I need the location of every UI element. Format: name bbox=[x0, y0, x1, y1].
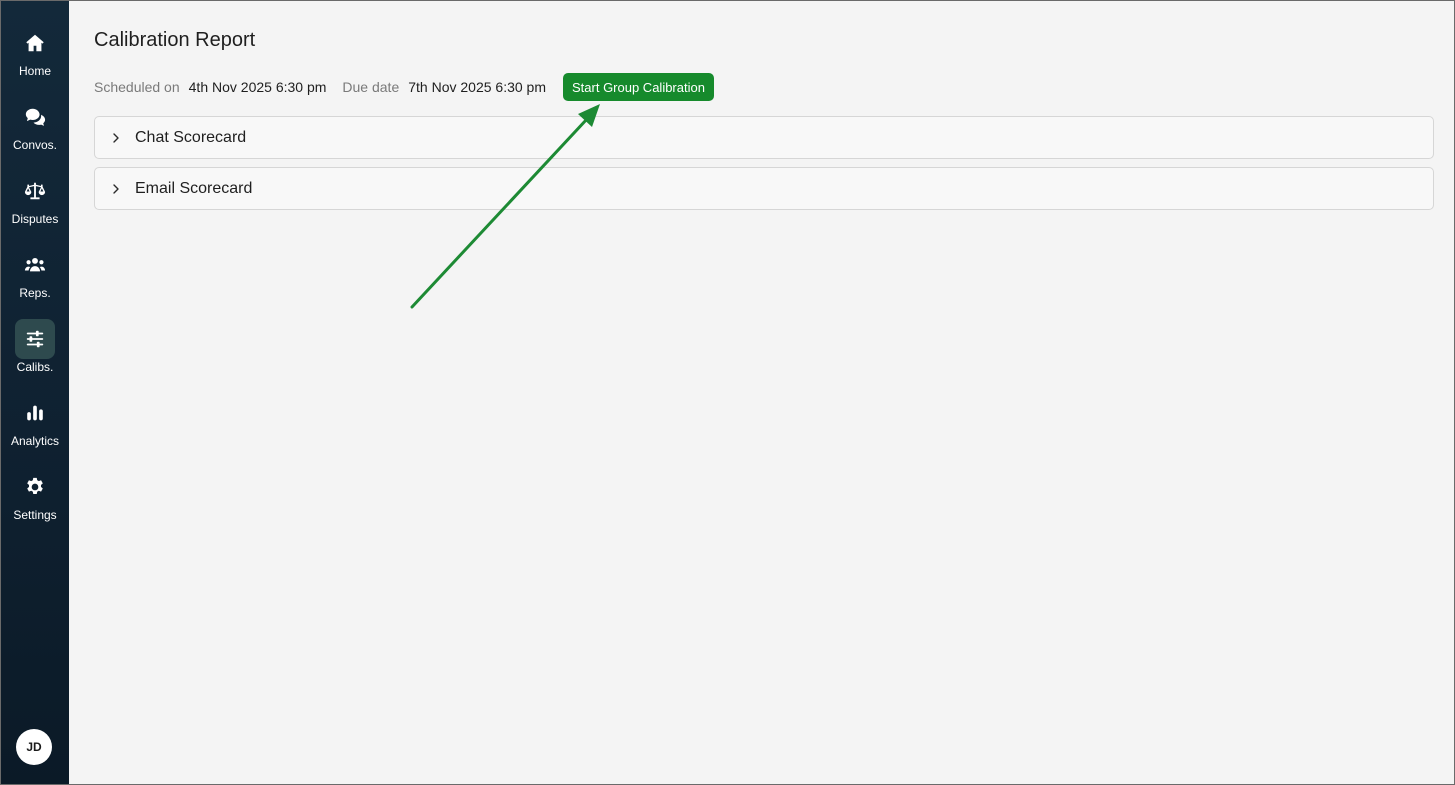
sliders-icon bbox=[15, 319, 55, 359]
sidebar-item-label: Convos. bbox=[12, 138, 58, 152]
app-window: Home Convos. Disputes Reps. Calibs. Anal… bbox=[0, 0, 1455, 785]
gear-icon bbox=[15, 467, 55, 507]
scorecard-title: Email Scorecard bbox=[135, 179, 253, 197]
start-group-calibration-button[interactable]: Start Group Calibration bbox=[563, 73, 714, 101]
sidebar-item-label: Calibs. bbox=[16, 360, 54, 374]
schedule-meta: Scheduled on 4th Nov 2025 6:30 pm Due da… bbox=[94, 73, 714, 101]
scheduled-label: Scheduled on bbox=[94, 79, 180, 95]
users-icon bbox=[15, 245, 55, 285]
sidebar-item-calibs[interactable]: Calibs. bbox=[1, 319, 69, 385]
sidebar-item-label: Analytics bbox=[10, 434, 60, 448]
sidebar-item-label: Settings bbox=[13, 508, 57, 522]
home-icon bbox=[15, 23, 55, 63]
bar-chart-icon bbox=[15, 393, 55, 433]
sidebar-item-home[interactable]: Home bbox=[1, 23, 69, 89]
scheduled-value: 4th Nov 2025 6:30 pm bbox=[188, 79, 327, 95]
scale-icon bbox=[15, 171, 55, 211]
avatar[interactable]: JD bbox=[16, 729, 52, 765]
sidebar-item-disputes[interactable]: Disputes bbox=[1, 171, 69, 237]
scorecard-title: Chat Scorecard bbox=[135, 128, 247, 146]
sidebar-item-reps[interactable]: Reps. bbox=[1, 245, 69, 311]
sidebar-item-label: Reps. bbox=[19, 286, 51, 300]
due-date-value: 7th Nov 2025 6:30 pm bbox=[408, 79, 546, 95]
sidebar-item-settings[interactable]: Settings bbox=[1, 467, 69, 533]
page-title: Calibration Report bbox=[94, 29, 256, 51]
sidebar-item-convos[interactable]: Convos. bbox=[1, 97, 69, 163]
sidebar-item-analytics[interactable]: Analytics bbox=[1, 393, 69, 459]
scorecard-accordion-email[interactable]: Email Scorecard bbox=[94, 167, 1434, 210]
scorecard-accordion-chat[interactable]: Chat Scorecard bbox=[94, 116, 1434, 159]
chat-bubbles-icon bbox=[15, 97, 55, 137]
chevron-right-icon bbox=[109, 131, 123, 145]
chevron-right-icon bbox=[109, 182, 123, 196]
due-date-label: Due date bbox=[342, 79, 400, 95]
sidebar-item-label: Disputes bbox=[11, 212, 59, 226]
sidebar-item-label: Home bbox=[18, 64, 51, 78]
sidebar: Home Convos. Disputes Reps. Calibs. Anal… bbox=[1, 1, 69, 784]
